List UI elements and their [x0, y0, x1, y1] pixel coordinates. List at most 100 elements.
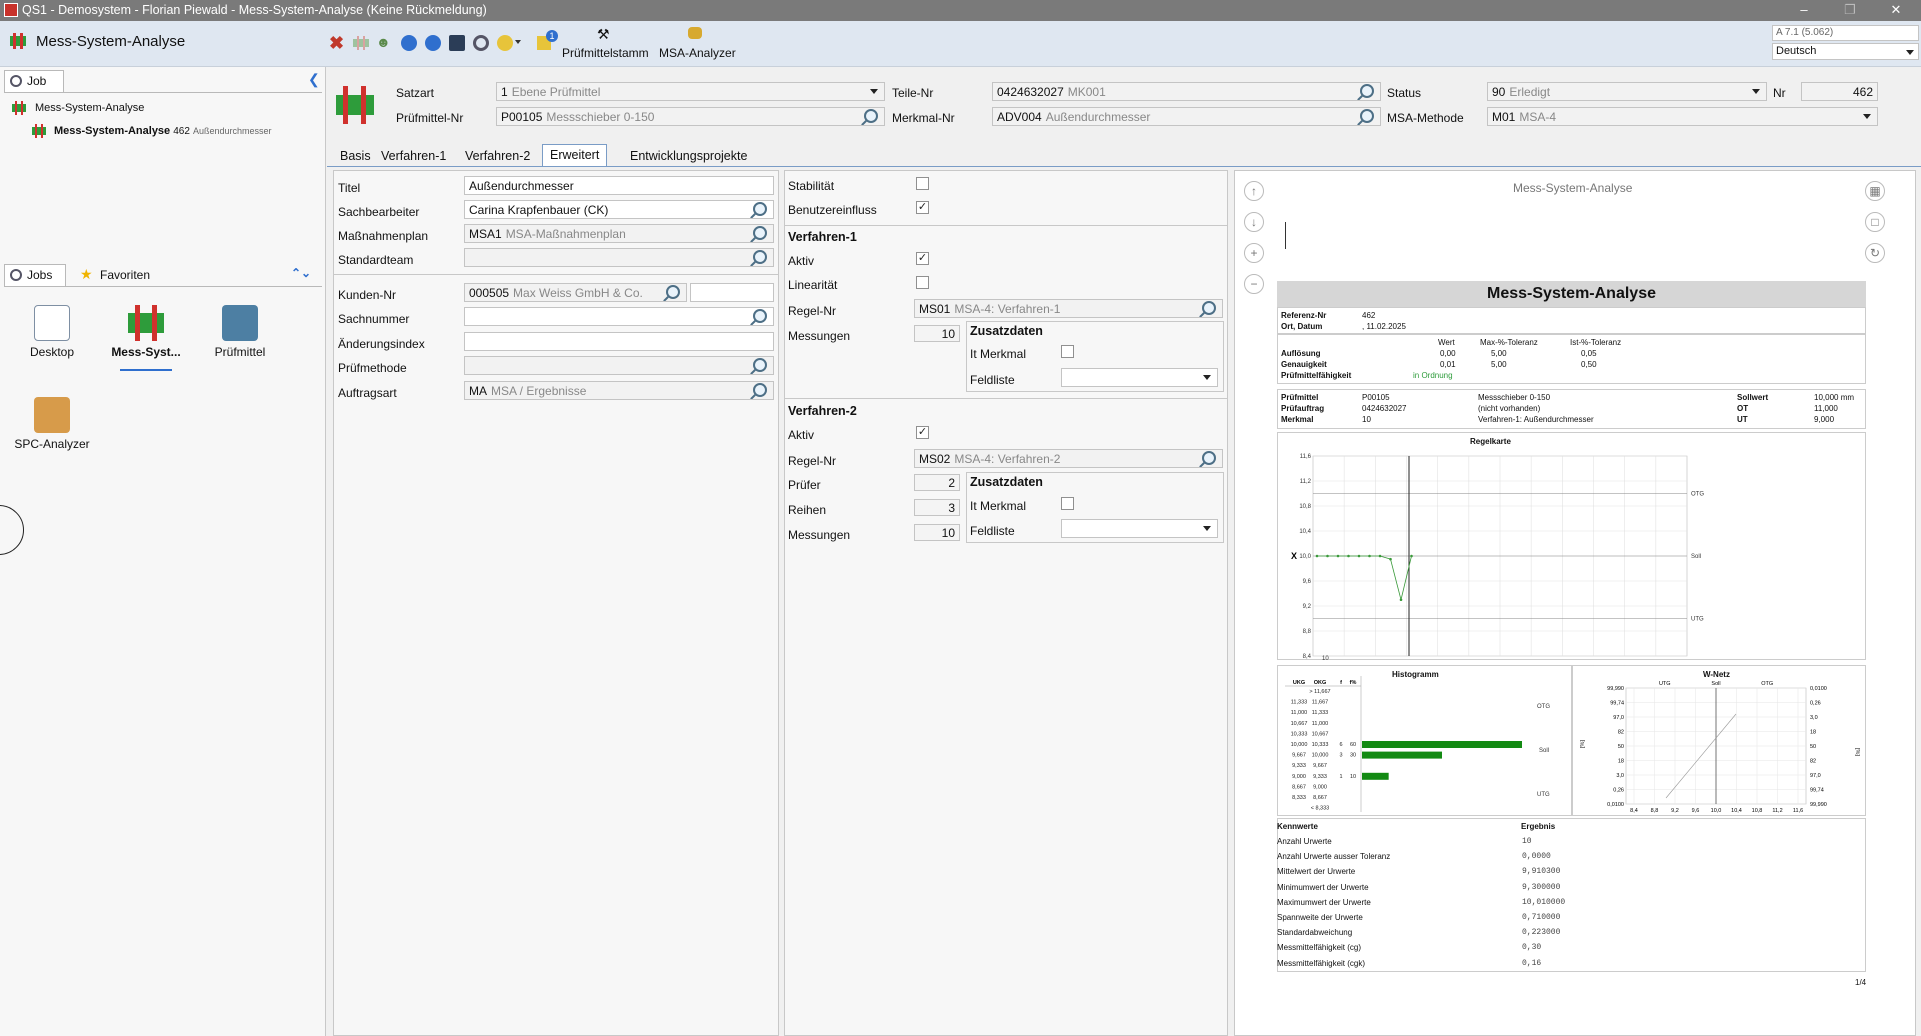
- v2-pruefer-field[interactable]: 2: [914, 474, 960, 491]
- data-point: [1357, 554, 1361, 558]
- fit-line: [1665, 713, 1737, 799]
- stabilitaet-checkbox[interactable]: [916, 177, 929, 190]
- grid-view-icon[interactable]: ▦: [1865, 181, 1885, 201]
- wn-limit-label: Soll: [1711, 681, 1720, 687]
- divider: [4, 92, 322, 93]
- auftragsart-field[interactable]: MA MSA / Ergebnisse: [464, 381, 774, 400]
- save-icon[interactable]: [449, 35, 465, 51]
- tab-verfahren-2[interactable]: Verfahren-2: [458, 146, 537, 166]
- lamp-icon[interactable]: [497, 35, 513, 51]
- lookup-icon[interactable]: [1202, 451, 1216, 465]
- maximize-button[interactable]: ❐: [1827, 0, 1873, 21]
- close-window-button[interactable]: ✕: [1873, 0, 1919, 21]
- scroll-down-icon[interactable]: ↓: [1244, 212, 1264, 232]
- kunden-field[interactable]: 000505 Max Weiss GmbH & Co.: [464, 283, 687, 302]
- col-ist: Ist-%-Toleranz: [1570, 338, 1622, 347]
- lookup-icon[interactable]: [666, 285, 680, 299]
- kennwert-value: 9,910300: [1522, 867, 1561, 877]
- group-icon[interactable]: ☻: [376, 34, 391, 50]
- refresh-icon[interactable]: ↻: [1865, 243, 1885, 263]
- nav-forward-icon[interactable]: [425, 35, 441, 51]
- tab-verfahren-1[interactable]: Verfahren-1: [374, 146, 453, 166]
- hist-soll-label: Soll: [1539, 748, 1549, 754]
- expand-collapse-icon[interactable]: ⌃⌄: [291, 266, 311, 280]
- zoom-out-icon[interactable]: −: [1244, 274, 1264, 294]
- lookup-icon[interactable]: [753, 226, 767, 240]
- collapse-panel-icon[interactable]: ❮: [308, 71, 320, 88]
- minimize-button[interactable]: –: [1781, 0, 1827, 21]
- lookup-icon[interactable]: [753, 202, 767, 216]
- v1-messungen-field[interactable]: 10: [914, 325, 960, 342]
- v1-linearitaet-checkbox[interactable]: [916, 276, 929, 289]
- aenderungsindex-field[interactable]: [464, 332, 774, 351]
- v2-reihen-field[interactable]: 3: [914, 499, 960, 516]
- v2-feldliste-select[interactable]: [1061, 519, 1218, 538]
- settings-icon[interactable]: [473, 35, 489, 51]
- language-select[interactable]: Deutsch: [1772, 43, 1919, 60]
- lookup-icon[interactable]: [864, 109, 878, 123]
- tab-entwicklungsprojekte[interactable]: Entwicklungsprojekte: [623, 146, 754, 166]
- pruefmittelstamm-button[interactable]: Prüfmittelstamm: [562, 46, 649, 60]
- pruefmethode-field[interactable]: [464, 356, 774, 375]
- kennwert-value: 0,0000: [1522, 852, 1551, 862]
- v1-regel-field[interactable]: MS01 MSA-4: Verfahren-1: [914, 299, 1223, 318]
- tree-child[interactable]: Mess-System-Analyse 462 Außendurchmesser: [54, 125, 272, 137]
- titel-field[interactable]: Außendurchmesser: [464, 176, 774, 195]
- benutzereinfluss-checkbox[interactable]: ✓: [916, 201, 929, 214]
- chevron-down-icon[interactable]: [515, 40, 521, 44]
- tab-basis[interactable]: Basis: [333, 146, 378, 166]
- sachbearbeiter-field[interactable]: Carina Krapfenbauer (CK): [464, 200, 774, 219]
- merkmal-field[interactable]: ADV004 Außendurchmesser: [992, 107, 1381, 126]
- satzart-select[interactable]: 1 Ebene Prüfmittel: [496, 82, 885, 101]
- y-tick-label: 11,2: [1300, 479, 1312, 485]
- page-icon[interactable]: □: [1865, 212, 1885, 232]
- zoom-in-icon[interactable]: +: [1244, 243, 1264, 263]
- wn-axis-label-right: [%]: [1854, 748, 1860, 756]
- lookup-icon[interactable]: [1360, 84, 1374, 98]
- nav-back-icon[interactable]: [401, 35, 417, 51]
- scroll-up-icon[interactable]: ↑: [1244, 181, 1264, 201]
- lookup-icon[interactable]: [753, 383, 767, 397]
- wn-x-tick: 8,4: [1630, 808, 1638, 814]
- standardteam-field[interactable]: [464, 248, 774, 267]
- jobs-tab[interactable]: Jobs: [4, 264, 66, 286]
- x-marker: X: [1291, 551, 1297, 561]
- v2-regel-field[interactable]: MS02 MSA-4: Verfahren-2: [914, 449, 1223, 468]
- genauigkeit-ist: 0,50: [1581, 360, 1597, 369]
- tab-erweitert[interactable]: Erweitert: [542, 144, 608, 166]
- y-tick-label: 9,2: [1303, 604, 1312, 610]
- msa-small-icon[interactable]: [353, 36, 369, 50]
- massnahmenplan-field[interactable]: MSA1 MSA-Maßnahmenplan: [464, 224, 774, 243]
- sachnummer-field[interactable]: [464, 307, 774, 326]
- v2-aktiv-checkbox[interactable]: ✓: [916, 426, 929, 439]
- pruefmittel-field[interactable]: P00105 Messschieber 0-150: [496, 107, 885, 126]
- lookup-icon[interactable]: [753, 250, 767, 264]
- msa-analyzer-button[interactable]: MSA-Analyzer: [659, 46, 736, 60]
- v1-it-merkmal-checkbox[interactable]: [1061, 345, 1074, 358]
- tile-spc-analyzer[interactable]: SPC-Analyzer: [0, 397, 107, 451]
- v1-aktiv-checkbox[interactable]: ✓: [916, 252, 929, 265]
- massnahmenplan-label: Maßnahmenplan: [338, 229, 429, 243]
- lookup-icon[interactable]: [1360, 109, 1374, 123]
- aufloesung-label: Auflösung: [1281, 349, 1321, 358]
- lookup-icon[interactable]: [753, 309, 767, 323]
- v1-feldliste-select[interactable]: [1061, 368, 1218, 387]
- hist-cell: 8,667: [1292, 784, 1306, 790]
- favoriten-tab[interactable]: Favoriten: [100, 268, 150, 282]
- hist-cell: 3: [1339, 753, 1342, 759]
- lookup-icon[interactable]: [1202, 301, 1216, 315]
- wn-x-tick: 10,4: [1731, 808, 1742, 814]
- kunden-extra-field[interactable]: [690, 283, 774, 302]
- cancel-icon[interactable]: ✖: [329, 33, 344, 54]
- v2-messungen-field[interactable]: 10: [914, 524, 960, 541]
- job-tab[interactable]: Job: [4, 70, 64, 92]
- tree-root[interactable]: Mess-System-Analyse: [35, 102, 144, 114]
- status-select[interactable]: 90 Erledigt: [1487, 82, 1767, 101]
- v2-messungen-label: Messungen: [788, 528, 851, 542]
- methode-select[interactable]: M01 MSA-4: [1487, 107, 1878, 126]
- tile-pruefmittel[interactable]: Prüfmittel: [185, 305, 295, 359]
- lookup-icon[interactable]: [753, 358, 767, 372]
- teile-field[interactable]: 0424632027 MK001: [992, 82, 1381, 101]
- v2-it-merkmal-checkbox[interactable]: [1061, 497, 1074, 510]
- pruefmittel-label: Prüfmittel-Nr: [396, 111, 464, 125]
